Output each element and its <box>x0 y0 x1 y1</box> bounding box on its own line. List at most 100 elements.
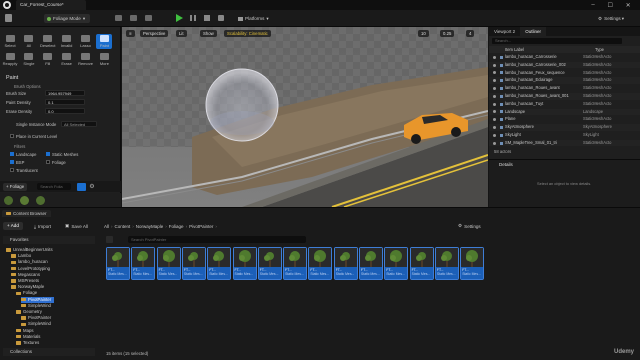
outliner-row[interactable]: lambo_huracan_Feux_sequence StaticMeshAct… <box>489 70 640 77</box>
asset-tile[interactable]: FT... Static Mes... <box>181 247 206 280</box>
outliner-row[interactable]: lambo_huracan_Eclairage StaticMeshActo <box>489 77 640 84</box>
fov-value[interactable]: 10 <box>418 30 429 37</box>
tool-all[interactable]: All <box>21 34 37 49</box>
tool-erase[interactable]: Erase <box>59 52 75 67</box>
asset-tile[interactable]: FT... Static Mes... <box>333 247 358 280</box>
platforms-button[interactable]: Platforms ▾ <box>238 14 269 23</box>
outliner-search-input[interactable]: Search... <box>492 38 622 44</box>
tool-deselect[interactable]: Deselect <box>40 34 56 49</box>
cb-settings-button[interactable]: ⚙ Settings <box>458 222 481 230</box>
mode-dropdown[interactable]: Foliage Mode ▾ <box>44 14 90 23</box>
outliner-row[interactable]: Plane StaticMeshActo <box>489 116 640 123</box>
foliage-checkbox[interactable] <box>46 160 50 164</box>
snap-icon[interactable] <box>115 15 122 21</box>
asset-tile[interactable]: FT... Static Mes... <box>283 247 308 280</box>
outliner-row[interactable]: SkyLight SkyLight <box>489 132 640 139</box>
blueprint-icon[interactable] <box>130 15 137 21</box>
brush-size-field[interactable]: 1964.957949 <box>45 90 85 96</box>
brush-options-header[interactable]: Brush Options <box>14 84 41 89</box>
breadcrumb-item[interactable]: NorwayMaple <box>136 224 164 229</box>
outliner-row[interactable]: lambo_huracan_Tuyt StaticMeshActo <box>489 101 640 108</box>
asset-tile[interactable]: FT... Static Mes... <box>156 247 181 280</box>
import-button[interactable]: ⤓ Import <box>34 222 51 230</box>
static-meshes-checkbox[interactable] <box>46 152 50 156</box>
visibility-eye-icon[interactable] <box>493 118 496 122</box>
add-foliage-button[interactable]: + Foliage <box>3 182 28 191</box>
visibility-eye-icon[interactable] <box>493 55 496 59</box>
paint-density-field[interactable]: 0.1 <box>45 99 85 105</box>
visibility-eye-icon[interactable] <box>493 125 496 129</box>
tool-paint[interactable]: Paint <box>96 34 113 49</box>
close-icon[interactable]: ✕ <box>626 2 631 9</box>
tool-invalid[interactable]: Invalid <box>59 34 75 49</box>
asset-tile[interactable]: FT... Static Mes... <box>434 247 459 280</box>
erase-density-field[interactable]: 0.0 <box>45 108 85 114</box>
filters-header[interactable]: Filters <box>14 144 25 149</box>
favorites-header[interactable]: Favorites <box>3 236 95 244</box>
viewport-menu-button[interactable]: ≡ <box>126 30 135 37</box>
foliage-type-thumb[interactable] <box>4 196 13 205</box>
breadcrumb-item[interactable]: Foliage <box>169 224 184 229</box>
add-button[interactable]: + Add <box>3 222 23 230</box>
cb-tab[interactable]: Content Browser <box>2 210 51 217</box>
visibility-eye-icon[interactable] <box>493 102 496 106</box>
tab-outliner[interactable]: Outliner <box>520 27 546 36</box>
asset-tile[interactable]: FT... Static Mes... <box>460 247 485 280</box>
place-in-level-checkbox[interactable] <box>10 134 14 138</box>
foliage-type-thumb[interactable] <box>20 196 29 205</box>
save-icon[interactable] <box>5 14 12 22</box>
minimize-icon[interactable]: – <box>591 2 594 8</box>
visibility-eye-icon[interactable] <box>493 86 496 90</box>
bsp-checkbox[interactable] <box>10 160 14 164</box>
tool-lasso[interactable]: Lasso <box>78 34 94 49</box>
visibility-eye-icon[interactable] <box>493 110 496 114</box>
level-viewport[interactable]: ≡ Perspective Lit Show Scalability: Cine… <box>122 27 488 207</box>
breadcrumb-item[interactable]: Content <box>115 224 131 229</box>
outliner-row[interactable]: lambo_huracan_Roues_avant_001 StaticMeshA… <box>489 93 640 100</box>
asset-tile[interactable]: FT... Static Mes... <box>384 247 409 280</box>
unreal-logo-icon[interactable] <box>3 1 11 9</box>
outliner-row[interactable]: lambo_huracan_Carrosserie StaticMeshActo <box>489 54 640 61</box>
landscape-checkbox[interactable] <box>10 152 14 156</box>
outliner-row[interactable]: SkyAtmosphere SkyAtmosphere <box>489 124 640 131</box>
stop-icon[interactable] <box>204 15 210 21</box>
tab-details[interactable]: Details <box>499 162 513 167</box>
rotation-snap-value[interactable]: 0.25 <box>440 30 455 37</box>
visibility-eye-icon[interactable] <box>493 63 496 67</box>
tool-select[interactable]: Select <box>2 34 18 49</box>
level-tab[interactable]: Car_Forrest_Course* <box>16 0 86 10</box>
asset-tile[interactable]: FT... Static Mes... <box>257 247 282 280</box>
perspective-button[interactable]: Perspective <box>140 30 169 37</box>
asset-search-input[interactable]: Search PivotPainter <box>128 236 306 243</box>
settings-button[interactable]: ⚙ Settings ▾ <box>598 14 624 23</box>
lit-button[interactable]: Lit <box>176 30 187 37</box>
gear-icon[interactable]: ⚙ <box>89 183 94 190</box>
outliner-row[interactable]: lambo_huracan_Roues_avant StaticMeshActo <box>489 85 640 92</box>
visibility-eye-icon[interactable] <box>493 141 496 145</box>
asset-tile[interactable]: FT... Static Mes... <box>207 247 232 280</box>
tab-viewport-2[interactable]: Viewport 2 <box>489 27 520 36</box>
breadcrumb-item[interactable]: PivotPainter <box>189 224 213 229</box>
folder-tree-item[interactable]: Textures <box>16 340 39 346</box>
asset-tile[interactable]: FT... Static Mes... <box>232 247 257 280</box>
asset-tile[interactable]: FT... Static Mes... <box>131 247 156 280</box>
visibility-eye-icon[interactable] <box>493 79 496 83</box>
outliner-row[interactable]: Landscape Landscape <box>489 108 640 116</box>
foliage-type-thumb[interactable] <box>36 196 45 205</box>
tool-reapply[interactable]: Reapply <box>2 52 18 67</box>
play-icon[interactable] <box>176 14 183 22</box>
scale-snap-value[interactable]: 4 <box>466 30 475 37</box>
tool-fill[interactable]: Fill <box>40 52 56 67</box>
translucent-checkbox[interactable] <box>10 168 14 172</box>
visibility-eye-icon[interactable] <box>493 71 496 75</box>
single-instance-dropdown[interactable]: All Selected <box>61 121 97 127</box>
asset-tile[interactable]: FT... Static Mes... <box>106 247 130 280</box>
brush-tool-icon[interactable] <box>77 182 87 191</box>
show-button[interactable]: Show <box>200 30 217 37</box>
foliage-search-input[interactable]: Search Folia <box>37 183 72 190</box>
filter-icon[interactable] <box>106 236 113 243</box>
breadcrumb-item[interactable]: All <box>104 224 109 229</box>
asset-tile[interactable]: FT... Static Mes... <box>359 247 383 280</box>
asset-tile[interactable]: FT... Static Mes... <box>308 247 333 280</box>
scalability-label[interactable]: Scalability: Cinematic <box>224 30 271 37</box>
